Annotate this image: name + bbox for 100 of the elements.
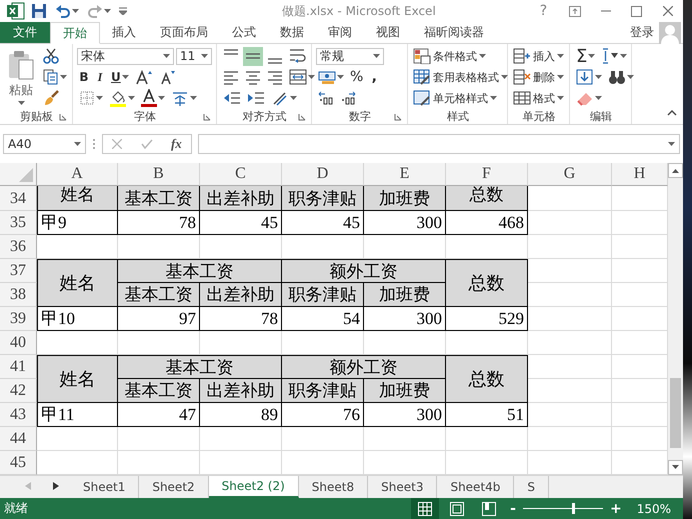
help-button[interactable]: ? (528, 1, 559, 21)
merge-center-button[interactable] (287, 68, 317, 86)
font-size-field[interactable]: 11 (176, 48, 212, 64)
copy-button[interactable] (41, 68, 69, 86)
row-header[interactable]: 44 (0, 427, 37, 451)
caret-icon (588, 54, 596, 58)
row-header[interactable]: 35 (0, 211, 37, 235)
file-tab[interactable]: 文件 (0, 22, 50, 43)
dialog-launcher-button[interactable] (392, 112, 404, 122)
normal-view-button[interactable] (411, 498, 440, 519)
number-format-field[interactable]: 常规 (316, 48, 384, 64)
row-header[interactable]: 38 (0, 283, 37, 307)
middle-align-button[interactable] (243, 46, 263, 66)
column-header[interactable]: D (282, 163, 364, 186)
vertical-scrollbar[interactable] (668, 163, 683, 475)
zoom-out-button[interactable]: - (507, 500, 519, 516)
row-header[interactable]: 42 (0, 379, 37, 403)
ribbon-tab[interactable]: 插入 (100, 22, 148, 43)
dialog-launcher-button[interactable] (296, 112, 308, 122)
group-label: 数字 (349, 109, 371, 124)
cut-button[interactable] (41, 46, 61, 66)
insert-button[interactable]: 插入 (512, 46, 565, 66)
row-header[interactable]: 36 (0, 235, 37, 259)
font-color-icon (141, 89, 157, 107)
table-cell: 47 (118, 403, 200, 427)
row-header[interactable]: 40 (0, 331, 37, 355)
table-cell: 45 (200, 211, 282, 235)
row-header[interactable]: 37 (0, 259, 37, 283)
redo-button[interactable] (85, 2, 113, 20)
column-header[interactable]: G (528, 163, 612, 186)
zoom-level: 150% (636, 502, 672, 516)
dialog-launcher-button[interactable] (201, 112, 213, 122)
ribbon-tab[interactable]: 视图 (364, 22, 412, 43)
italic-button[interactable]: I (93, 68, 107, 86)
table-cell: 出差补助 (200, 379, 282, 403)
format-button[interactable]: 格式 (512, 88, 565, 108)
table-cell: 职务津贴 (282, 379, 364, 403)
table-cell: 468 (446, 211, 528, 235)
cancel-icon (112, 139, 122, 149)
ribbon-tab[interactable]: 福昕阅读器 (412, 22, 496, 43)
group-label: 剪贴板 (20, 109, 53, 124)
bold-button[interactable]: B (77, 68, 91, 86)
font-color-button[interactable] (139, 88, 167, 108)
percent-button[interactable]: % (348, 68, 366, 86)
name-box[interactable]: A40 (3, 134, 86, 154)
borders-icon (79, 90, 95, 106)
table-cell: 总数 (446, 259, 528, 307)
ribbon-tab[interactable]: 开始 (50, 22, 100, 44)
ribbon-tab[interactable]: 数据 (268, 22, 316, 43)
row-header[interactable]: 34 (0, 186, 37, 211)
save-button[interactable] (29, 2, 49, 20)
paste-button[interactable]: 粘贴 (4, 46, 38, 109)
delete-cells-icon (513, 69, 531, 85)
row-header[interactable]: 41 (0, 355, 37, 379)
comma-style-button[interactable]: , (367, 68, 382, 86)
fill-color-button[interactable] (107, 88, 137, 108)
fill-color-icon (109, 89, 127, 107)
ribbon-tab[interactable]: 公式 (220, 22, 268, 43)
column-header[interactable]: E (364, 163, 446, 186)
row-header[interactable]: 45 (0, 451, 37, 475)
row-header[interactable]: 39 (0, 307, 37, 331)
normal-view-icon (418, 502, 432, 516)
column-header[interactable]: F (446, 163, 528, 186)
insert-function-button[interactable]: fx (168, 136, 184, 152)
dialog-launcher-button[interactable] (57, 112, 69, 122)
font-name-field[interactable]: 宋体 (77, 48, 174, 64)
zoom-slider-thumb[interactable] (572, 503, 575, 514)
table-cell: 89 (200, 403, 282, 427)
align-center-icon (245, 69, 261, 85)
table-cell: 76 (282, 403, 364, 427)
table-cell: 额外工资 (282, 259, 446, 283)
autosum-button[interactable]: Σ (574, 46, 598, 66)
eraser-icon (576, 90, 594, 106)
wrap-text-icon (289, 48, 307, 64)
caret-icon (501, 75, 508, 79)
maximize-icon (631, 6, 642, 16)
caret-icon (595, 75, 602, 79)
conditional-format-button[interactable]: 条件格式 (412, 46, 487, 66)
sign-in-link[interactable]: 登录 (625, 22, 659, 43)
column-header[interactable]: A (37, 163, 118, 186)
close-icon (662, 6, 672, 16)
table-format-button[interactable]: 套用表格格式 (412, 68, 509, 86)
caret-icon (190, 96, 197, 100)
column-header[interactable]: C (200, 163, 282, 186)
scroll-thumb[interactable] (670, 378, 681, 448)
table-cell: 基本工资 (118, 355, 282, 379)
column-header[interactable]: B (118, 163, 200, 186)
delete-button[interactable]: 删除 (512, 68, 565, 86)
zoom-in-button[interactable]: + (606, 500, 625, 516)
column-header[interactable]: H (612, 163, 668, 186)
underline-button[interactable]: U (109, 68, 131, 86)
cell-styles-button[interactable]: 单元格样式 (412, 88, 498, 108)
formula-field[interactable] (198, 134, 680, 154)
ribbon-tab[interactable]: 审阅 (316, 22, 364, 43)
sheet-tab[interactable]: Sheet2 (2) (208, 476, 299, 498)
caret-icon (479, 54, 486, 58)
ribbon-tab[interactable]: 页面布局 (148, 22, 220, 43)
cell-style-icon (413, 90, 431, 106)
row-header[interactable]: 43 (0, 403, 37, 427)
fill-button[interactable] (574, 68, 604, 86)
